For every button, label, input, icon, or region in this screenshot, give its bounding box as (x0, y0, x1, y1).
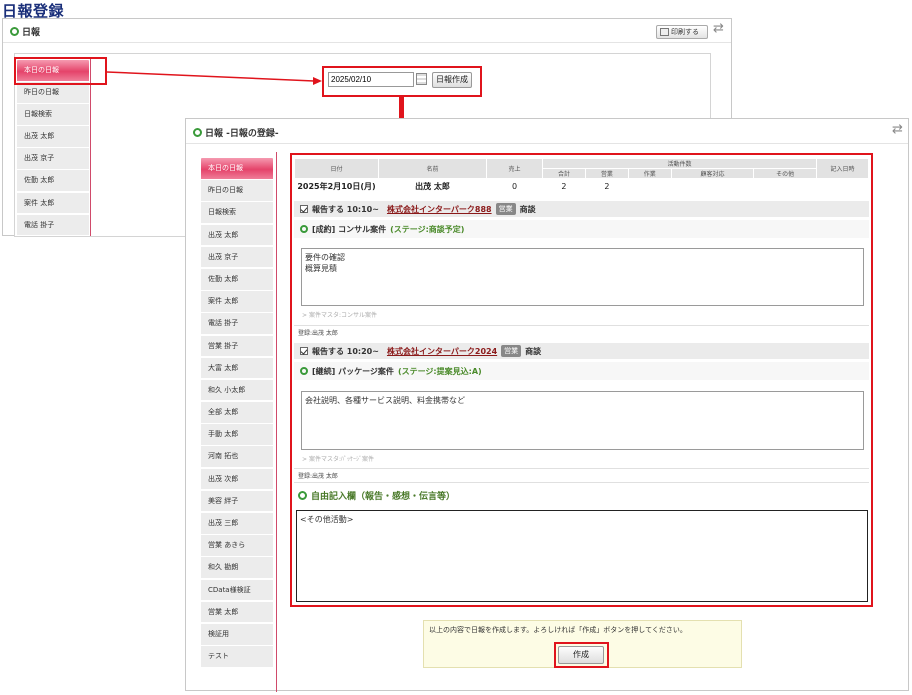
front-sidebar-divider (276, 152, 277, 692)
sidebar-item[interactable]: 全部 太郎 (201, 402, 273, 424)
sidebar-item[interactable]: 営業 太郎 (201, 601, 273, 624)
refresh-icon[interactable]: ⇄ (892, 122, 903, 137)
sidebar-item[interactable]: 大富 太郎 (201, 357, 273, 380)
sidebar-item[interactable]: 出茂 太郎 (201, 224, 273, 247)
sidebar-item[interactable]: 検証用 (201, 623, 273, 646)
sidebar-item[interactable]: 出茂 京子 (201, 246, 273, 269)
arrow-head-1 (313, 77, 322, 85)
sidebar-item[interactable]: CData様検証 (201, 579, 273, 602)
sidebar-item[interactable]: 手動 太郎 (201, 424, 273, 446)
sidebar-item[interactable]: 案件 太郎 (201, 291, 273, 313)
highlight-report (290, 153, 873, 607)
sidebar-item[interactable]: 昨日の日報 (201, 180, 273, 202)
sidebar-item[interactable]: 河南 拓也 (201, 446, 273, 469)
highlight-create (554, 642, 609, 668)
sidebar-item[interactable]: 佐勤 太郎 (201, 268, 273, 291)
sidebar-item[interactable]: 日報検索 (201, 202, 273, 224)
arrow-line-1 (106, 71, 315, 82)
sidebar-item[interactable]: 営業 あきら (201, 535, 273, 557)
sidebar-item[interactable]: 和久 勘朗 (201, 557, 273, 579)
sidebar-item[interactable]: 美容 絆子 (201, 490, 273, 513)
sidebar-item[interactable]: テスト (201, 646, 273, 668)
front-window-title: 日報 -日報の登録- (193, 126, 279, 139)
sidebar-item[interactable]: 出茂 三郎 (201, 513, 273, 535)
notice-text: 以上の内容で日報を作成します。よろしければ「作成」ボタンを押してください。 (429, 626, 687, 634)
sidebar-item[interactable]: 和久 小太郎 (201, 379, 273, 402)
sidebar-item[interactable]: 出茂 次郎 (201, 468, 273, 491)
front-sidebar: 本日の日報 昨日の日報 日報検索 出茂 太郎 出茂 京子 佐勤 太郎 案件 太郎 電話 掛子営… (201, 158, 273, 668)
sidebar-item[interactable]: 営業 掛子 (201, 335, 273, 358)
sidebar-item[interactable]: 電話 掛子 (201, 313, 273, 335)
sidebar-item-active[interactable]: 本日の日報 (201, 158, 273, 180)
circle-arrow-icon (193, 128, 202, 137)
front-window-title-text: 日報 -日報の登録- (205, 129, 279, 139)
front-window-header: 日報 -日報の登録- ⇄ (186, 119, 908, 144)
